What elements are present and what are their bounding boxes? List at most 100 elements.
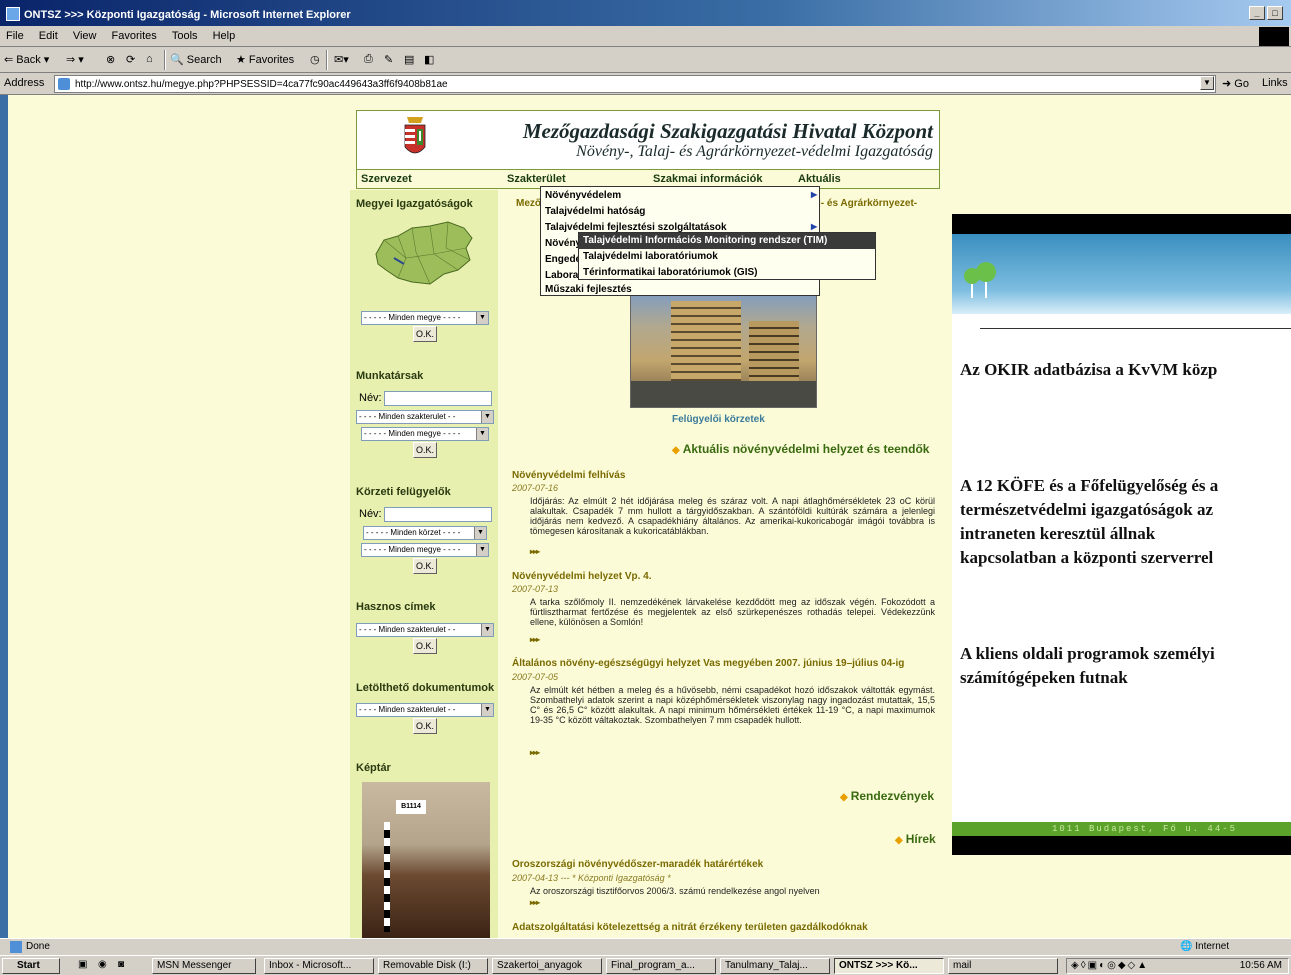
menu-item-engede[interactable]: Engedé xyxy=(545,254,581,265)
menu-help[interactable]: Help xyxy=(207,26,242,42)
more-link[interactable]: ▸▸▸ xyxy=(530,748,540,757)
go-button[interactable]: ➜ Go xyxy=(1222,77,1249,90)
menu-item-novenyvedelem[interactable]: Növényvédelem ▶ xyxy=(545,190,817,201)
messenger-icon[interactable]: ◧ xyxy=(424,53,434,66)
mail-icon[interactable]: ✉▾ xyxy=(334,53,349,66)
quicklaunch-ie-icon[interactable]: ◉ xyxy=(98,959,107,970)
munkatars-name-input[interactable] xyxy=(384,391,492,406)
back-button[interactable]: ⇐ Back ▾ xyxy=(4,53,49,66)
security-zone: 🌐 Internet xyxy=(1180,941,1230,952)
article-title[interactable]: Általános növény-egészségügyi helyzet Va… xyxy=(512,658,904,669)
history-icon[interactable]: ◷ xyxy=(310,53,320,66)
munkatars-szakterulet-select[interactable]: - - - - Minden szakterulet - - ▼ xyxy=(356,410,494,424)
task-msn-messenger[interactable]: MSN Messenger xyxy=(152,958,256,974)
menu-edit[interactable]: Edit xyxy=(33,26,64,42)
maximize-button[interactable]: □ xyxy=(1267,6,1283,20)
munkatars-megye-select[interactable]: - - - - - Minden megye - - - - ▼ xyxy=(361,427,489,441)
task-szakertoi-anyagok[interactable]: Szakertoi_anyagok xyxy=(492,958,602,974)
hasznos-szakterulet-select[interactable]: - - - - Minden szakterulet - - ▼ xyxy=(356,623,494,637)
article-title[interactable]: Növényvédelmi helyzet Vp. 4. xyxy=(512,571,652,582)
nav-szervezet[interactable]: Szervezet xyxy=(361,173,412,185)
task-tanulmany-talaj[interactable]: Tanulmany_Talaj... xyxy=(720,958,830,974)
search-button[interactable]: 🔍 Search xyxy=(170,53,222,66)
taskbar: Start ▣ ◉ ◙ MSN Messenger Inbox - Micros… xyxy=(0,955,1291,975)
megye-select[interactable]: - - - - - Minden megye - - - - ▼ xyxy=(361,311,489,325)
refresh-icon[interactable]: ⟳ xyxy=(126,53,135,66)
clock[interactable]: 10:56 AM xyxy=(1240,960,1282,971)
submenu-item-gis[interactable]: Térinformatikai laboratóriumok (GIS) xyxy=(579,265,875,281)
menu-item-noveny[interactable]: Növény xyxy=(545,238,581,249)
menu-file[interactable]: File xyxy=(0,26,30,42)
korzeti-name-input[interactable] xyxy=(384,507,492,522)
news-title[interactable]: Adatszolgáltatási kötelezettség a nitrát… xyxy=(512,922,868,933)
coat-of-arms-icon xyxy=(404,117,426,154)
building-caption[interactable]: Felügyelői körzetek xyxy=(672,414,765,425)
munkatars-ok-button[interactable]: O.K. xyxy=(413,442,437,458)
window-titlebar[interactable]: ONTSZ >>> Központi Igazgatóság - Microso… xyxy=(0,0,1291,26)
hasznos-ok-button[interactable]: O.K. xyxy=(413,638,437,654)
slide-footer: 1011 Budapest, Fő u. 44-5 xyxy=(952,822,1291,836)
slide-line: A kliens oldali programok személyi xyxy=(960,644,1215,663)
hasznos-title: Hasznos címek xyxy=(356,601,436,613)
korzet-select[interactable]: - - - - - Minden körzet - - - - ▼ xyxy=(363,526,487,540)
news-title[interactable]: Oroszországi növényvédőszer-maradék hatá… xyxy=(512,859,763,870)
letoltheto-ok-button[interactable]: O.K. xyxy=(413,718,437,734)
menu-view[interactable]: View xyxy=(67,26,103,42)
task-removable-disk[interactable]: Removable Disk (I:) xyxy=(378,958,488,974)
menu-tools[interactable]: Tools xyxy=(166,26,204,42)
nav-aktualis[interactable]: Aktuális xyxy=(798,173,841,185)
section-rendezvenyek[interactable]: ◆ Rendezvények xyxy=(840,789,934,803)
address-dropdown-icon[interactable]: ▼ xyxy=(1200,76,1214,90)
megye-ok-button[interactable]: O.K. xyxy=(413,326,437,342)
address-input[interactable]: http://www.ontsz.hu/megye.php?PHPSESSID=… xyxy=(54,75,1216,93)
korzeti-megye-select[interactable]: - - - - - Minden megye - - - - ▼ xyxy=(361,543,489,557)
edit-icon[interactable]: ✎ xyxy=(384,53,393,66)
task-final-program[interactable]: Final_program_a... xyxy=(606,958,716,974)
article-date: 2007-07-16 xyxy=(512,483,559,493)
menu-favorites[interactable]: Favorites xyxy=(106,26,163,42)
letoltheto-szakterulet-select[interactable]: - - - - Minden szakterulet - - ▼ xyxy=(356,703,494,717)
page-status-icon xyxy=(10,941,22,953)
print-icon[interactable]: ⎙ xyxy=(364,53,373,66)
tree-logo-icon xyxy=(964,262,996,298)
links-button[interactable]: Links xyxy=(1262,77,1288,89)
tray-icons[interactable]: ◈◊▣◐◎◆◇▲ xyxy=(1071,960,1149,971)
article-body: Az elmúlt két hétben a meleg és a hűvöse… xyxy=(530,685,935,725)
submenu-item-tim[interactable]: Talajvédelmi Információs Monitoring rend… xyxy=(579,233,875,249)
stop-icon[interactable]: ⊗ xyxy=(106,53,115,66)
korzeti-ok-button[interactable]: O.K. xyxy=(413,558,437,574)
submenu-item-laboratoriumok[interactable]: Talajvédelmi laboratóriumok xyxy=(579,249,875,265)
task-mail[interactable]: mail xyxy=(948,958,1058,974)
site-header: Mezőgazdasági Szakigazgatási Hivatal Köz… xyxy=(356,110,940,170)
soil-profile-photo[interactable]: B1114 xyxy=(362,782,490,938)
talajvedelmi-submenu: Talajvédelmi Információs Monitoring rend… xyxy=(578,232,876,280)
slide-line: A 12 KÖFE és a Főfelügyelőség és a xyxy=(960,476,1219,495)
news-date: 2007-04-13 --- * Központi Igazgatóság * xyxy=(512,873,671,883)
status-bar: Done 🌐 Internet xyxy=(0,938,1291,955)
quicklaunch-outlook-icon[interactable]: ◙ xyxy=(118,959,124,970)
section-aktualis[interactable]: ◆ Aktuális növényvédelmi helyzet és teend… xyxy=(672,442,929,456)
section-hirek[interactable]: ◆ Hírek xyxy=(895,832,936,846)
hungary-map[interactable] xyxy=(368,218,478,293)
start-button[interactable]: Start xyxy=(2,958,60,974)
quicklaunch-desktop-icon[interactable]: ▣ xyxy=(78,959,87,970)
menu-item-muszaki-fejlesztes[interactable]: Műszaki fejlesztés xyxy=(545,284,632,295)
more-link[interactable]: ▸▸▸ xyxy=(530,898,540,907)
nav-szakmai-informaciok[interactable]: Szakmai információk xyxy=(653,173,762,185)
minimize-button[interactable]: _ xyxy=(1249,6,1265,20)
nev-label: Név: xyxy=(359,392,382,404)
discuss-icon[interactable]: ▤ xyxy=(404,53,414,66)
task-inbox[interactable]: Inbox - Microsoft... xyxy=(264,958,374,974)
article-title[interactable]: Növényvédelmi felhívás xyxy=(512,470,625,481)
task-ontsz[interactable]: ONTSZ >>> Kö... xyxy=(834,958,944,974)
menu-item-labora[interactable]: Labora xyxy=(545,270,578,281)
site-subtitle: Növény-, Talaj- és Agrárkörnyezet-védelm… xyxy=(576,143,933,160)
favorites-button[interactable]: ★ Favorites xyxy=(236,53,294,66)
more-link[interactable]: ▸▸▸ xyxy=(530,547,540,556)
menu-item-talajvedelmi-hatosag[interactable]: Talajvédelmi hatóság xyxy=(545,206,645,217)
nav-szakterulet[interactable]: Szakterület xyxy=(507,173,566,185)
forward-button[interactable]: ⇒ ▾ xyxy=(66,53,84,66)
home-icon[interactable]: ⌂ xyxy=(146,53,153,65)
building-photo[interactable] xyxy=(630,290,817,408)
more-link[interactable]: ▸▸▸ xyxy=(530,635,540,644)
